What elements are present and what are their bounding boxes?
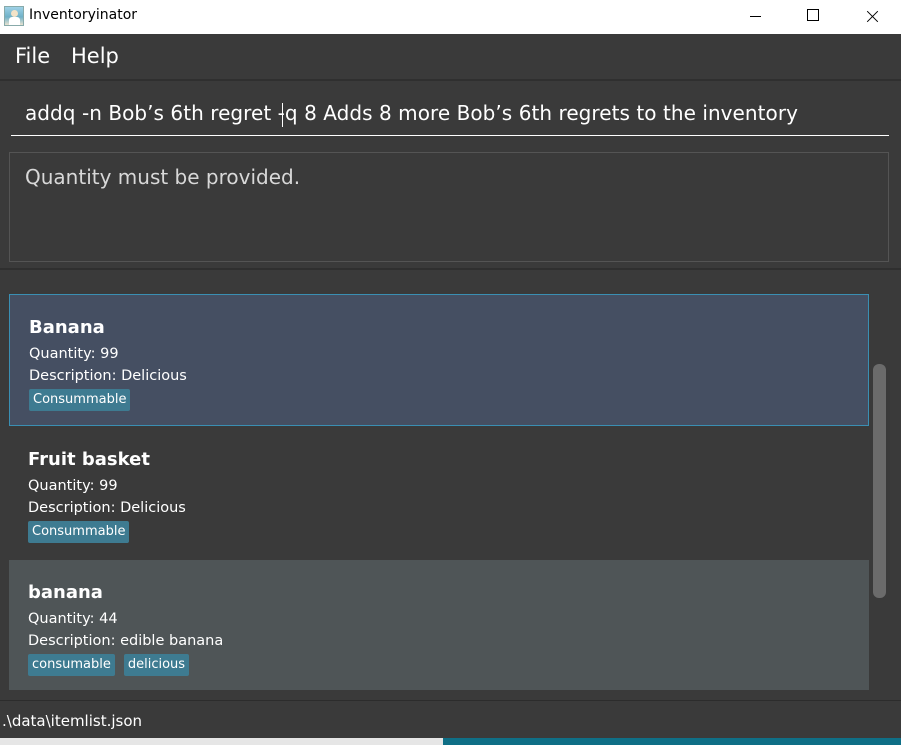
menu-file[interactable]: File xyxy=(15,44,50,68)
close-button[interactable] xyxy=(843,0,901,34)
text-caret xyxy=(282,103,283,127)
divider xyxy=(0,268,901,270)
result-message: Quantity must be provided. xyxy=(25,165,301,189)
item-description: Description: Delicious xyxy=(29,368,187,384)
item-description: Description: edible banana xyxy=(28,633,224,649)
menu-bar: File Help xyxy=(0,34,901,79)
maximize-button[interactable] xyxy=(785,0,843,34)
tag-badge: consumable xyxy=(28,654,115,676)
command-text: addq -n Bob’s 6th regret -q 8 Adds 8 mor… xyxy=(25,101,798,125)
storage-file-path: .\data\itemlist.json xyxy=(2,712,143,730)
item-list[interactable]: Banana Quantity: 99 Description: Delicio… xyxy=(0,282,901,690)
item-quantity: Quantity: 99 xyxy=(29,346,119,362)
list-item-card[interactable]: banana Quantity: 44 Description: edible … xyxy=(9,560,869,690)
tag-badge: Consummable xyxy=(29,389,131,411)
item-tags: Consummable xyxy=(28,521,130,543)
item-quantity: Quantity: 44 xyxy=(28,611,118,627)
item-name: Fruit basket xyxy=(28,449,150,470)
result-display[interactable]: Quantity must be provided. xyxy=(9,152,889,262)
item-tags: consumable delicious xyxy=(28,654,190,676)
window-title: Inventoryinator xyxy=(29,7,138,23)
list-scrollbar[interactable] xyxy=(873,364,886,598)
item-quantity: Quantity: 99 xyxy=(28,478,118,494)
title-bar: Inventoryinator xyxy=(0,0,901,34)
item-name: banana xyxy=(28,582,103,603)
app-icon xyxy=(4,6,24,26)
horizontal-scroll-thumb[interactable] xyxy=(443,738,901,745)
tag-badge: delicious xyxy=(123,654,190,676)
item-name: Banana xyxy=(29,317,105,338)
list-item-card[interactable]: Fruit basket Quantity: 99 Description: D… xyxy=(9,427,869,559)
command-box: addq -n Bob’s 6th regret -q 8 Adds 8 mor… xyxy=(0,81,901,145)
item-description: Description: Delicious xyxy=(28,500,186,516)
tag-badge: Consummable xyxy=(28,521,130,543)
command-input[interactable]: addq -n Bob’s 6th regret -q 8 Adds 8 mor… xyxy=(11,98,889,136)
item-tags: Consummable xyxy=(29,389,131,411)
list-item-card[interactable]: Banana Quantity: 99 Description: Delicio… xyxy=(9,294,869,426)
minimize-button[interactable] xyxy=(727,0,785,34)
menu-help[interactable]: Help xyxy=(71,44,119,68)
